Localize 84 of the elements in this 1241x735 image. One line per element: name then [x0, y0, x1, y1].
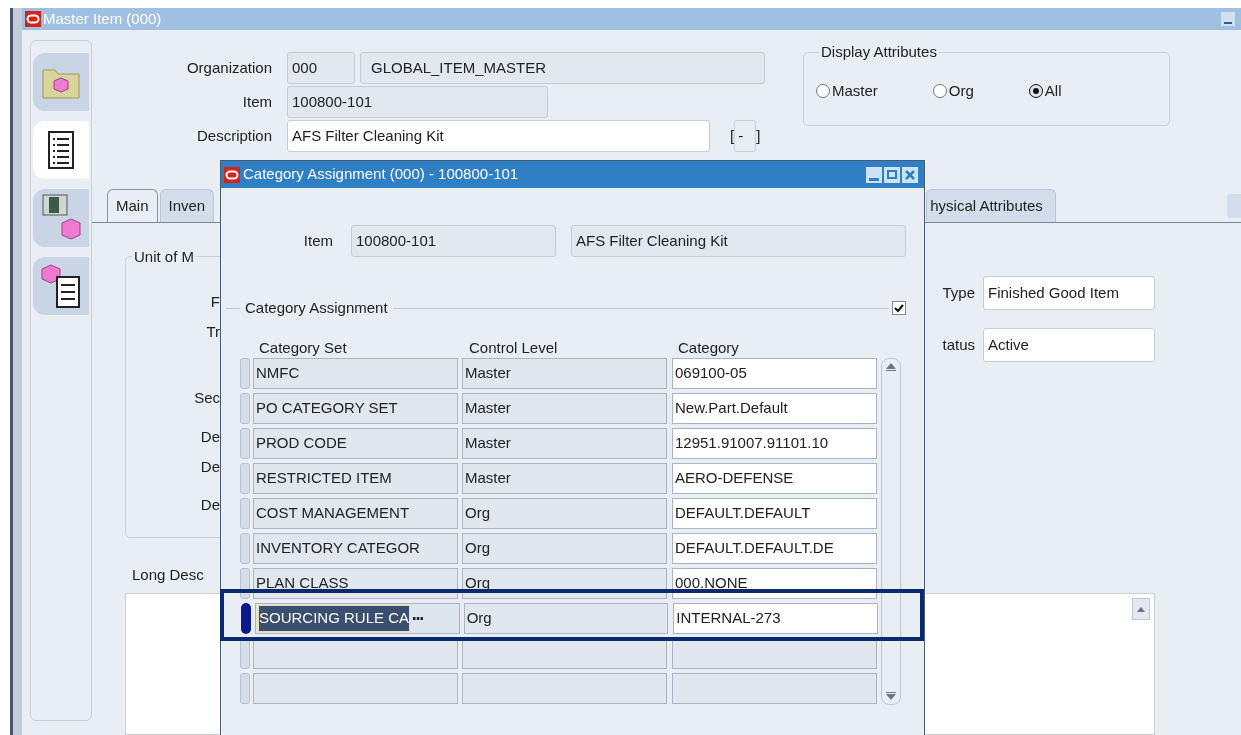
toolbar-button[interactable] [33, 121, 89, 179]
table-cell[interactable]: INVENTORY CATEGOR [253, 532, 458, 564]
down-arrow-icon [886, 691, 896, 700]
table-cell[interactable]: AERO-DEFENSE [672, 462, 877, 494]
close-button[interactable] [902, 166, 918, 183]
table-cell[interactable]: SOURCING RULE CA [255, 602, 460, 634]
table-cell[interactable] [462, 672, 667, 704]
minimize-button[interactable] [1221, 12, 1235, 26]
table-cell[interactable]: Org [462, 497, 667, 529]
row-indicator[interactable] [240, 567, 250, 599]
table-cell[interactable]: 12951.91007.91101.10 [672, 427, 877, 459]
up-arrow-icon [886, 362, 896, 371]
table-cell[interactable]: DEFAULT.DEFAULT.DE [672, 532, 877, 564]
table-cell[interactable]: NMFC [253, 357, 458, 389]
field-label: F [210, 293, 220, 311]
table-cell[interactable]: Master [462, 462, 667, 494]
oracle-logo-icon [25, 11, 41, 27]
field-label: Item [302, 230, 333, 251]
field-label: Sec [194, 389, 220, 407]
field-label: Long Desc [132, 566, 204, 584]
table-cell[interactable]: INTERNAL-273 [673, 602, 878, 634]
table-cell[interactable]: Org [463, 602, 669, 634]
table-cell[interactable]: PROD CODE [253, 427, 458, 459]
table-cell[interactable]: PO CATEGORY SET [253, 392, 458, 424]
table-cell[interactable]: DEFAULT.DEFAULT [672, 497, 877, 529]
field-label: Tr [206, 323, 220, 341]
organization-name-field[interactable]: GLOBAL_ITEM_MASTER [360, 52, 765, 84]
radio-label[interactable]: Master [832, 79, 878, 103]
oracle-logo-icon [224, 166, 240, 183]
item-description-field[interactable]: AFS Filter Cleaning Kit [571, 225, 906, 257]
scroll-up-button[interactable] [1132, 598, 1150, 620]
scrollbar[interactable] [881, 357, 901, 705]
radio-label[interactable]: All [1044, 79, 1062, 103]
field-label: tatus [942, 334, 975, 355]
table-cell[interactable]: Org [462, 532, 667, 564]
table-cell[interactable]: 069100-05 [672, 357, 877, 389]
value-field[interactable]: Finished Good Item [983, 276, 1155, 310]
tab[interactable]: Main [107, 189, 158, 222]
field-label: Item [241, 91, 272, 112]
close-icon [905, 169, 915, 180]
table-cell[interactable] [253, 672, 458, 704]
flexfield-button[interactable]: - [734, 120, 757, 152]
table-cell[interactable]: Master [462, 357, 667, 389]
bracket: ] [756, 125, 761, 146]
table-cell[interactable]: Master [462, 427, 667, 459]
column-header: Category [678, 337, 740, 358]
radio-button[interactable] [932, 84, 947, 98]
bracket: [ [730, 125, 735, 146]
item-field[interactable]: 100800-101 [351, 225, 556, 257]
field-label: Description [195, 125, 272, 146]
column-header: Category Set [259, 337, 348, 358]
window-title: Category Assignment (000) - 100800-101 [243, 164, 519, 185]
maximize-button[interactable] [884, 166, 900, 183]
toolbar-button[interactable] [33, 257, 89, 315]
row-indicator[interactable] [241, 602, 251, 634]
radio-button[interactable] [816, 84, 830, 98]
column-header: Control Level [469, 337, 559, 358]
group-title: Category Assignment [244, 298, 389, 318]
field-label: Type [942, 282, 975, 303]
window-title: Master Item (000) [43, 8, 162, 29]
table-cell[interactable]: Master [462, 392, 667, 424]
table-cell[interactable] [672, 672, 877, 704]
tab[interactable]: Inven [159, 189, 215, 222]
field-label: De [200, 496, 220, 514]
field-label: De [200, 458, 220, 476]
tab[interactable]: hysical Attributes [926, 189, 1056, 222]
item-field[interactable]: 100800-101 [287, 86, 548, 118]
minimize-button[interactable] [866, 166, 882, 183]
table-cell[interactable]: COST MANAGEMENT [253, 497, 458, 529]
field-label: Organization [185, 57, 272, 78]
description-field[interactable]: AFS Filter Cleaning Kit [287, 120, 710, 152]
field-label: De [200, 428, 220, 446]
checkbox[interactable] [892, 301, 906, 316]
value-field[interactable]: Active [983, 328, 1155, 362]
radio-label[interactable]: Org [948, 79, 974, 103]
more-button[interactable] [413, 616, 423, 620]
up-arrow-icon [1137, 606, 1145, 612]
check-icon [894, 303, 904, 313]
table-cell[interactable]: New.Part.Default [672, 392, 877, 424]
radio-button[interactable] [1028, 84, 1043, 98]
list-document-icon [46, 130, 76, 170]
selected-text: SOURCING RULE CA [258, 604, 410, 632]
organization-code-field[interactable]: 000 [287, 52, 355, 84]
table-cell[interactable]: RESTRICTED ITEM [253, 462, 458, 494]
